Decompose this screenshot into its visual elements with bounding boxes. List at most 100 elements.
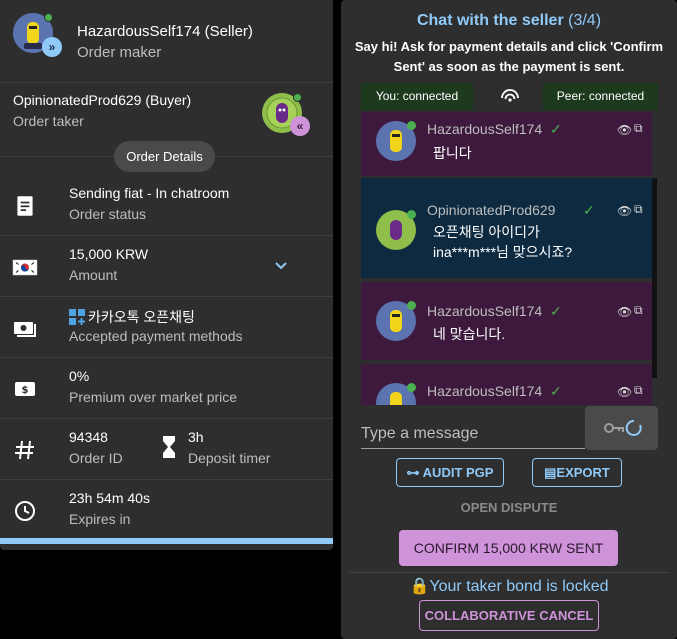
amount-value: 15,000 KRW xyxy=(69,246,149,262)
deposit-timer-label: Deposit timer xyxy=(188,450,271,466)
order-status-row: Sending fiat - In chatroom Order status xyxy=(0,175,333,236)
message-item: HazardousSelf174 ✓ 👁 ⧉ 네 맞습니다. xyxy=(361,282,652,360)
expires-label: Expires in xyxy=(69,511,131,527)
chat-title-text: Chat with the seller xyxy=(416,12,564,29)
check-icon: ✓ xyxy=(550,121,562,137)
chat-panel: Chat with the seller (3/4) Say hi! Ask f… xyxy=(341,0,677,639)
chat-step: (3/4) xyxy=(568,12,602,29)
premium-row: $ 0% Premium over market price xyxy=(0,358,333,419)
key-icon: ⊶ xyxy=(406,465,423,480)
audit-pgp-label: AUDIT PGP xyxy=(422,465,494,480)
chat-hint: Say hi! Ask for payment details and clic… xyxy=(354,39,664,74)
eye-icon[interactable]: 👁 xyxy=(617,123,632,137)
online-indicator xyxy=(407,210,416,219)
order-panel: » HazardousSelf174 (Seller) Order maker … xyxy=(0,0,333,550)
payment-methods-label: Accepted payment methods xyxy=(69,328,243,344)
message-scrollbar[interactable] xyxy=(652,178,657,378)
section-divider xyxy=(349,572,669,573)
deposit-timer-value: 3h xyxy=(188,429,204,445)
message-input[interactable] xyxy=(361,421,585,447)
online-indicator xyxy=(44,13,53,22)
check-icon: ✓ xyxy=(550,383,562,399)
order-details-chip: Order Details xyxy=(114,141,215,172)
eye-icon[interactable]: 👁 xyxy=(617,204,632,218)
buyer-avatar xyxy=(376,210,416,250)
premium-value: 0% xyxy=(69,368,90,384)
message-text: 오픈채팅 아이디가 ina***m***님 맞으시죠? xyxy=(433,224,573,260)
order-id-label: Order ID xyxy=(69,450,123,466)
bond-status: 🔒Your taker bond is locked xyxy=(341,576,677,596)
app-root: » HazardousSelf174 (Seller) Order maker … xyxy=(0,0,677,639)
online-indicator xyxy=(407,383,416,392)
copy-icon[interactable]: ⧉ xyxy=(634,121,643,136)
order-id-row: 94348 Order ID 3h Deposit timer xyxy=(0,419,333,480)
maker-chevrons-icon: » xyxy=(42,37,62,57)
message-username: HazardousSelf174 xyxy=(427,383,543,399)
hash-icon xyxy=(15,440,34,460)
chevron-down-icon[interactable] xyxy=(273,258,289,274)
bond-status-text: Your taker bond is locked xyxy=(429,578,609,595)
check-icon: ✓ xyxy=(583,202,595,218)
message-item: HazardousSelf174 ✓ 👁 ⧉ 팝니다 xyxy=(361,112,652,176)
message-username: HazardousSelf174 xyxy=(427,303,543,319)
message-username: OpinionatedProd629 xyxy=(427,202,556,218)
seller-avatar xyxy=(376,383,416,405)
message-input-underline xyxy=(361,448,585,449)
taker-name: OpinionatedProd629 (Buyer) xyxy=(13,92,192,108)
signal-icon xyxy=(501,89,519,102)
payment-methods-row: 카카오톡 오픈채팅 Accepted payment methods xyxy=(0,297,333,358)
online-indicator xyxy=(293,93,302,102)
confirm-sent-button[interactable]: CONFIRM 15,000 KRW SENT xyxy=(399,530,618,566)
key-spinner-icon xyxy=(604,419,642,436)
online-indicator xyxy=(407,301,416,310)
seller-avatar xyxy=(376,121,416,161)
export-button[interactable]: ▤EXPORT xyxy=(532,458,622,487)
payment-method-text: 카카오톡 오픈채팅 xyxy=(88,309,195,325)
message-item: HazardousSelf174 ✓ 👁 ⧉ xyxy=(361,364,652,405)
seller-avatar xyxy=(376,301,416,341)
message-text: 네 맞습니다. xyxy=(433,326,506,342)
export-icon: ▤ xyxy=(544,465,557,480)
lock-icon: 🔒 xyxy=(409,578,430,595)
open-dispute-button[interactable]: OPEN DISPUTE xyxy=(341,500,677,515)
expires-value: 23h 54m 40s xyxy=(69,490,150,506)
send-button[interactable] xyxy=(585,406,658,450)
cash-icon xyxy=(14,322,36,337)
order-status-value: Sending fiat - In chatroom xyxy=(69,185,230,201)
copy-icon[interactable]: ⧉ xyxy=(634,383,643,398)
audit-pgp-button[interactable]: ⊶ AUDIT PGP xyxy=(396,458,504,487)
you-connection-status: You: connected xyxy=(361,83,473,110)
copy-icon[interactable]: ⧉ xyxy=(634,202,643,217)
message-list[interactable]: HazardousSelf174 ✓ 👁 ⧉ 팝니다 OpinionatedPr… xyxy=(361,112,657,405)
message-item: OpinionatedProd629 ✓ 👁 ⧉ 오픈채팅 아이디가 ina**… xyxy=(361,178,652,278)
peer-connection-status: Peer: connected xyxy=(543,83,658,110)
premium-label: Premium over market price xyxy=(69,389,238,405)
grid-icon xyxy=(69,309,85,325)
clock-icon xyxy=(15,501,35,521)
svg-text:$: $ xyxy=(22,385,29,396)
expires-row: 23h 54m 40s Expires in xyxy=(0,480,333,541)
collaborative-cancel-button[interactable]: COLLABORATIVE CANCEL xyxy=(419,600,599,631)
hourglass-icon xyxy=(163,436,175,458)
online-indicator xyxy=(407,121,416,130)
chat-title: Chat with the seller (3/4) xyxy=(341,12,677,30)
maker-row[interactable]: » HazardousSelf174 (Seller) Order maker xyxy=(0,0,333,80)
message-username: HazardousSelf174 xyxy=(427,121,543,137)
korea-flag-icon xyxy=(12,259,38,276)
amount-row[interactable]: 15,000 KRW Amount xyxy=(0,236,333,297)
taker-chevrons-icon: « xyxy=(290,116,310,136)
payment-method-value: 카카오톡 오픈채팅 xyxy=(69,307,195,327)
amount-label: Amount xyxy=(69,267,118,283)
order-status-label: Order status xyxy=(69,206,147,222)
export-label: EXPORT xyxy=(556,465,610,480)
message-text: 팝니다 xyxy=(433,145,472,161)
maker-role: Order maker xyxy=(77,44,162,61)
order-id-value: 94348 xyxy=(69,429,108,445)
copy-icon[interactable]: ⧉ xyxy=(634,303,643,318)
eye-icon[interactable]: 👁 xyxy=(617,385,632,399)
progress-bar xyxy=(0,538,333,544)
document-icon xyxy=(17,196,33,216)
check-icon: ✓ xyxy=(550,303,562,319)
taker-role: Order taker xyxy=(13,113,84,129)
eye-icon[interactable]: 👁 xyxy=(617,305,632,319)
